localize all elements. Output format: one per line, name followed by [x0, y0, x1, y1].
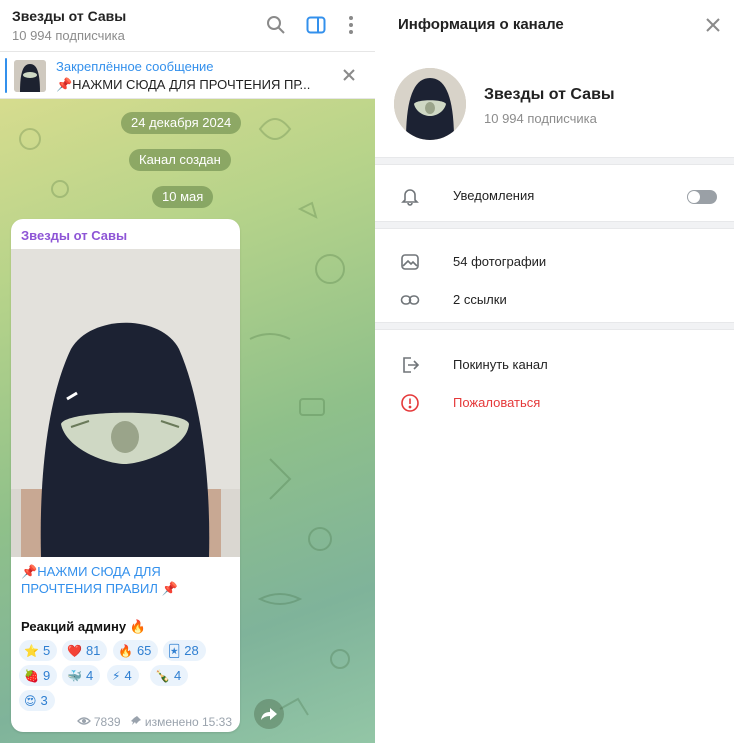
pinned-title: Закреплённое сообщение	[56, 59, 214, 74]
report-label: Пожаловаться	[453, 395, 541, 410]
post-photo[interactable]	[11, 249, 240, 557]
notifications-row[interactable]: Уведомления	[375, 178, 734, 214]
photos-label: 54 фотографии	[453, 254, 547, 269]
edited-label: изменено 15:33	[144, 715, 232, 729]
pinned-message-bar[interactable]: Закреплённое сообщение 📌НАЖМИ СЮДА ДЛЯ П…	[0, 52, 375, 99]
eye-icon	[76, 715, 94, 729]
info-title: Информация о канале	[398, 16, 564, 33]
post-meta: 7839 изменено 15:33	[76, 715, 232, 729]
channel-info-pane: Информация о канале Звезды от Савы 10 99…	[375, 0, 734, 743]
toggle-knob	[688, 191, 700, 203]
chat-title[interactable]: Звезды от Савы	[12, 8, 126, 24]
leave-channel-label: Покинуть канал	[453, 357, 548, 372]
post-author[interactable]: Звезды от Савы	[21, 228, 127, 243]
channel-post[interactable]: Звезды от Савы 📌НАЖМИ СЮДА ДЛЯ ПРОЧТЕНИЯ…	[11, 219, 240, 732]
pin-icon	[130, 715, 145, 729]
reaction-chip[interactable]: ❤️ 81	[62, 640, 108, 661]
report-row[interactable]: Пожаловаться	[375, 385, 734, 421]
bell-icon	[400, 186, 420, 206]
forward-icon[interactable]	[254, 699, 284, 729]
reaction-chip[interactable]: 🍾 4	[150, 665, 189, 686]
links-row[interactable]: 2 ссылки	[375, 282, 734, 318]
search-icon[interactable]	[265, 14, 287, 36]
reactions-title: Реакций админу 🔥	[21, 619, 146, 634]
rules-link[interactable]: 📌НАЖМИ СЮДА ДЛЯ ПРОЧТЕНИЯ ПРАВИЛ 📌	[21, 563, 221, 597]
pinned-indicator	[5, 58, 7, 93]
pinned-thumbnail	[14, 60, 46, 92]
leave-channel-row[interactable]: Покинуть канал	[375, 347, 734, 383]
pin-emoji-icon: 📌	[161, 581, 178, 596]
date-separator: 24 декабря 2024	[121, 112, 242, 134]
reaction-chip[interactable]: 🃏 28	[163, 640, 206, 661]
reaction-chip[interactable]: 😍 3	[19, 690, 55, 711]
reaction-chip[interactable]: ⚡ 4	[107, 665, 139, 686]
views-count: 7839	[93, 715, 121, 729]
reaction-chip[interactable]: 🍓 9	[19, 665, 58, 686]
reaction-chip[interactable]: ⭐ 5	[19, 640, 58, 661]
links-label: 2 ссылки	[453, 292, 507, 307]
report-icon	[400, 393, 420, 413]
divider	[375, 157, 734, 165]
leave-icon	[400, 355, 420, 375]
divider	[375, 322, 734, 330]
pin-emoji-icon: 📌	[21, 564, 38, 579]
info-header: Информация о канале	[375, 0, 734, 52]
channel-name: Звезды от Савы	[484, 86, 615, 103]
date-separator: 10 мая	[152, 186, 214, 208]
more-vertical-icon[interactable]	[340, 14, 362, 36]
chat-pane: Звезды от Савы 10 994 подписчика Закрепл…	[0, 0, 375, 743]
sidebar-toggle-icon[interactable]	[305, 14, 327, 36]
photos-row[interactable]: 54 фотографии	[375, 244, 734, 280]
photo-icon	[400, 252, 420, 272]
chat-background: 24 декабря 2024 Канал создан 10 мая Звез…	[0, 99, 375, 743]
pinned-text: 📌НАЖМИ СЮДА ДЛЯ ПРОЧТЕНИЯ ПР...	[56, 77, 311, 92]
reaction-chip[interactable]: 🐳 4	[62, 665, 101, 686]
notifications-toggle[interactable]	[687, 190, 717, 204]
close-icon[interactable]	[341, 67, 357, 83]
divider	[375, 221, 734, 229]
rules-link-text[interactable]: НАЖМИ СЮДА ДЛЯ ПРОЧТЕНИЯ ПРАВИЛ	[21, 564, 161, 596]
channel-subscribers: 10 994 подписчика	[484, 111, 597, 126]
chat-header[interactable]: Звезды от Савы 10 994 подписчика	[0, 0, 375, 52]
notifications-label: Уведомления	[453, 188, 535, 203]
service-message: Канал создан	[129, 149, 231, 171]
reaction-chip[interactable]: 🔥 65	[113, 640, 159, 661]
close-icon[interactable]	[705, 17, 721, 33]
channel-avatar[interactable]	[394, 68, 466, 140]
chat-subscribers: 10 994 подписчика	[12, 28, 125, 43]
link-icon	[400, 290, 420, 310]
